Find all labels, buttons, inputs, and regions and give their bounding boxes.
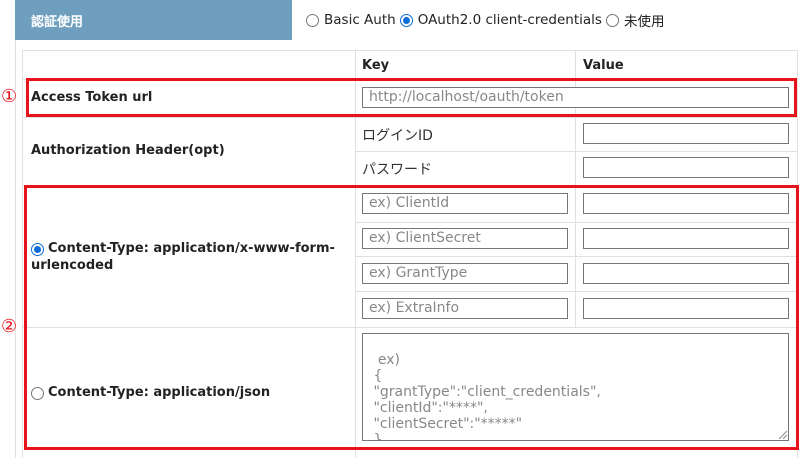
table-row-divider [22,117,798,118]
annotation-marker-1: ① [1,86,18,107]
annotation-marker-2: ② [1,316,18,337]
radio-unused-label: 未使用 [623,14,665,30]
radio-unused[interactable]: 未使用 [605,10,665,30]
authorization-header-label: Authorization Header(opt) [31,143,225,158]
table-top-border [22,50,798,51]
radio-oauth2-icon[interactable] [399,13,413,27]
auth-type-radio-group: Basic Auth OAuth2.0 client-credentials 未… [306,10,668,30]
radio-oauth2-client-credentials[interactable]: OAuth2.0 client-credentials [399,12,602,28]
radio-oauth2-label: OAuth2.0 client-credentials [417,12,602,28]
password-value-input[interactable] [583,157,789,178]
login-id-key: ログインID [362,128,433,144]
radio-basic-auth-label: Basic Auth [324,12,396,28]
table-subrow-divider [355,151,798,152]
radio-unused-icon[interactable] [605,13,619,27]
radio-basic-auth-icon[interactable] [306,13,319,27]
annotation-highlight-2 [24,185,799,450]
table-left-border [22,50,23,458]
radio-basic-auth[interactable]: Basic Auth [306,12,396,28]
column-header-key: Key [362,58,390,73]
column-header-value: Value [583,58,624,73]
login-id-value-input[interactable] [583,123,789,144]
auth-section-header: 認証使用 [15,0,292,40]
annotation-highlight-1 [26,78,797,117]
password-key: パスワード [362,162,432,178]
